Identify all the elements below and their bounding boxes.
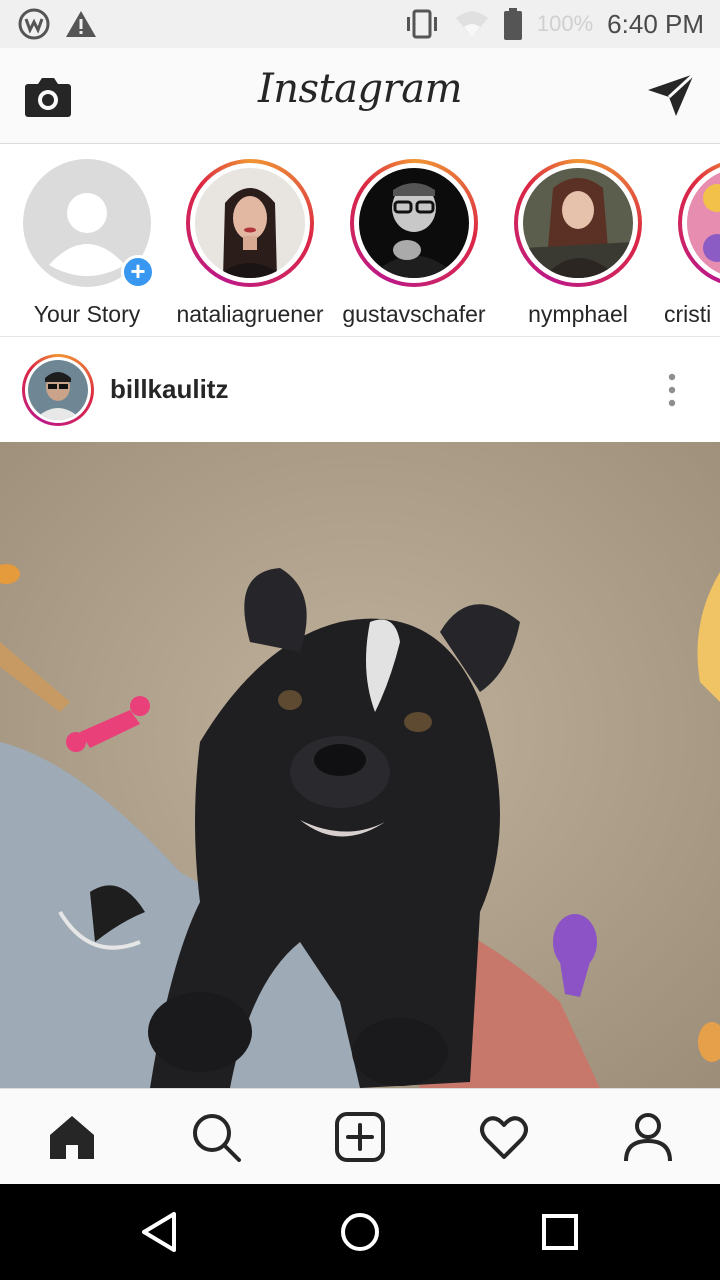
recents-icon[interactable]: [538, 1210, 582, 1254]
avatar-photo: [523, 168, 633, 278]
profile-icon[interactable]: [622, 1111, 674, 1163]
story-username: gustavschafer: [342, 301, 486, 327]
status-bar: 100% 6:40 PM: [0, 0, 720, 48]
dog-photo: [0, 442, 720, 1088]
system-navigation-bar: [0, 1184, 720, 1280]
story-nataliagruener[interactable]: nataliagruener: [168, 159, 332, 328]
post-author-avatar[interactable]: [22, 354, 94, 426]
battery-icon: [503, 8, 522, 40]
app-header: Instagram: [0, 48, 720, 144]
app-title: Instagram: [257, 66, 463, 112]
back-icon[interactable]: [138, 1210, 182, 1254]
post-author-username[interactable]: billkaulitz: [110, 374, 228, 405]
avatar-photo: [359, 168, 469, 278]
story-username: Your Story: [33, 301, 141, 327]
app-notification-icon: [18, 8, 50, 40]
battery-percent: 100%: [536, 11, 594, 36]
home-icon[interactable]: [46, 1111, 98, 1163]
status-right: 100% 6:40 PM: [403, 6, 704, 42]
new-post-icon[interactable]: [334, 1111, 386, 1163]
story-username: nataliagruener: [176, 301, 324, 327]
wifi-icon: [455, 11, 488, 37]
story-gustavschafer[interactable]: gustavschafer: [332, 159, 496, 328]
avatar: [195, 168, 305, 278]
avatar: [359, 168, 469, 278]
avatar-photo: [195, 168, 305, 278]
story-ring: [514, 159, 642, 287]
more-options-icon[interactable]: [660, 372, 684, 408]
post-header: billkaulitz: [0, 338, 720, 442]
avatar-photo: [28, 360, 88, 420]
add-story-button[interactable]: +: [121, 255, 155, 289]
story-username: nymphael: [528, 301, 628, 327]
avatar: [687, 168, 720, 278]
story-nymphael[interactable]: nymphael: [496, 159, 660, 328]
bottom-tab-bar: [0, 1088, 720, 1184]
story-username: cristi: [664, 301, 712, 327]
status-time: 6:40 PM: [607, 8, 704, 39]
avatar: [523, 168, 633, 278]
status-left: [18, 8, 98, 40]
story-ring: [350, 159, 478, 287]
story-ring: [678, 159, 720, 287]
avatar-photo: [687, 168, 720, 278]
home-circle-icon[interactable]: [338, 1210, 382, 1254]
stories-tray[interactable]: + Your Story nataliagruener gustavschafe…: [0, 145, 720, 337]
warning-icon: [66, 11, 96, 37]
search-icon[interactable]: [190, 1111, 242, 1163]
story-ring: [186, 159, 314, 287]
direct-message-icon[interactable]: [646, 72, 696, 118]
post-image[interactable]: [0, 442, 720, 1088]
activity-icon[interactable]: [478, 1111, 530, 1163]
story-your-story[interactable]: + Your Story: [5, 159, 169, 328]
story-ring: +: [23, 159, 155, 289]
vibrate-icon: [406, 9, 437, 39]
story-cristi[interactable]: cristi: [660, 159, 720, 328]
